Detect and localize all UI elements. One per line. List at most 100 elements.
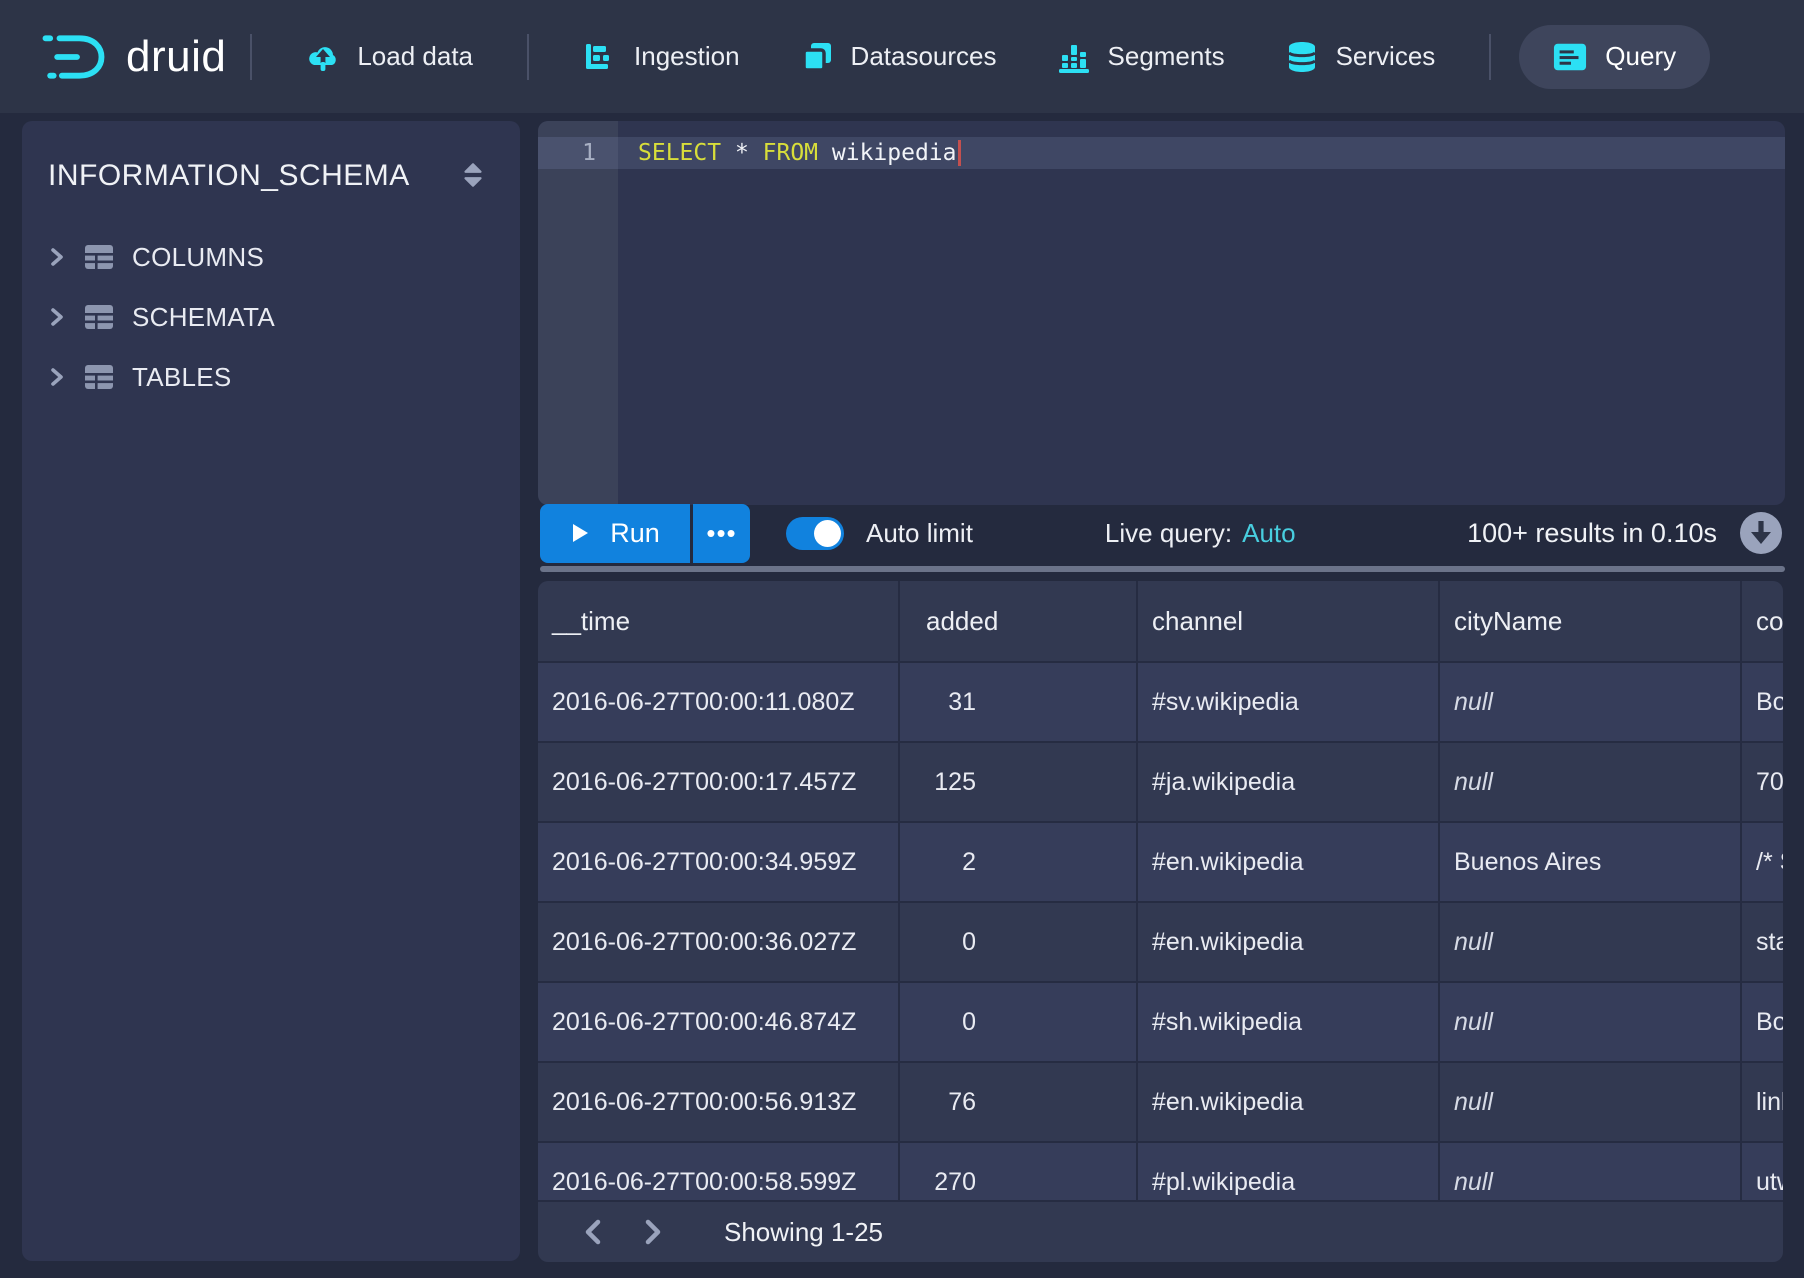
nav-item-query[interactable]: Query (1519, 25, 1710, 89)
chevron-right-icon[interactable] (46, 366, 68, 388)
cell-comment: Bo (1742, 663, 1783, 741)
cell-comment: link (1742, 1063, 1783, 1141)
cell-time: 2016-06-27T00:00:11.080Z (538, 663, 898, 741)
database-icon (1285, 40, 1319, 74)
cell-added: 31 (900, 663, 1136, 741)
cell-added: 0 (900, 903, 1136, 981)
pagination-bar: Showing 1-25 (538, 1200, 1783, 1262)
next-page-button[interactable] (630, 1209, 676, 1255)
column-header-added[interactable]: added (900, 581, 1136, 661)
cell-added: 0 (900, 983, 1136, 1061)
sql-star: * (721, 140, 763, 166)
sidebar-item-tables[interactable]: TABLES (22, 347, 520, 407)
sql-keyword: FROM (763, 140, 818, 166)
cell-comment: Bo (1742, 983, 1783, 1061)
nav-label-services: Services (1336, 41, 1436, 72)
pagination-label: Showing 1-25 (724, 1217, 883, 1248)
run-button[interactable]: Run (540, 504, 690, 563)
toggle-knob (814, 520, 841, 547)
bar-chart-icon (1057, 40, 1091, 74)
results-table: __time added channel cityName com 2016-0… (538, 581, 1783, 1221)
nav-divider (250, 34, 252, 80)
cell-added: 76 (900, 1063, 1136, 1141)
druid-logo[interactable]: druid (38, 29, 226, 85)
double-caret-vertical-icon[interactable] (460, 161, 486, 189)
logo-text: druid (126, 32, 226, 82)
table-icon (84, 304, 114, 330)
nav-item-services[interactable]: Services (1255, 0, 1466, 113)
sql-table-name: wikipedia (818, 140, 956, 166)
sidebar-item-label: SCHEMATA (132, 302, 275, 333)
nav-item-segments[interactable]: Segments (1027, 0, 1255, 113)
sql-keyword: SELECT (638, 140, 721, 166)
results-panel: __time added channel cityName com 2016-0… (538, 581, 1783, 1262)
cell-channel: #en.wikipedia (1138, 823, 1438, 901)
prev-page-button[interactable] (570, 1209, 616, 1255)
top-nav: druid Load data Ingestion Datasources (0, 0, 1804, 113)
stacked-panels-icon (800, 40, 834, 74)
auto-limit-toggle[interactable] (786, 517, 844, 550)
nav-label-ingestion: Ingestion (634, 41, 740, 72)
live-query-value[interactable]: Auto (1242, 518, 1296, 549)
column-header-time[interactable]: __time (538, 581, 898, 661)
nav-item-ingestion[interactable]: Ingestion (553, 0, 770, 113)
pane-resize-handle[interactable] (540, 566, 1785, 572)
cell-channel: #en.wikipedia (1138, 903, 1438, 981)
cell-channel: #en.wikipedia (1138, 1063, 1438, 1141)
cell-time: 2016-06-27T00:00:17.457Z (538, 743, 898, 821)
cell-comment: 70: (1742, 743, 1783, 821)
console-icon (1553, 40, 1587, 74)
cell-time: 2016-06-27T00:00:56.913Z (538, 1063, 898, 1141)
column-header-cityname[interactable]: cityName (1440, 581, 1740, 661)
download-icon[interactable] (1739, 511, 1783, 555)
nav-item-load-data[interactable]: Load data (276, 0, 503, 113)
cell-cityname: Buenos Aires (1440, 823, 1740, 901)
cell-channel: #ja.wikipedia (1138, 743, 1438, 821)
chevron-right-icon (643, 1219, 663, 1245)
nav-label-load-data: Load data (357, 41, 473, 72)
nav-label-segments: Segments (1108, 41, 1225, 72)
nav-divider (527, 34, 529, 80)
run-more-button[interactable]: ••• (693, 504, 750, 563)
cell-added: 2 (900, 823, 1136, 901)
nav-label-query: Query (1605, 41, 1676, 72)
editor-gutter (538, 121, 618, 505)
chevron-left-icon (583, 1219, 603, 1245)
gantt-chart-icon (583, 40, 617, 74)
schema-title: INFORMATION_SCHEMA (48, 159, 410, 193)
play-icon (570, 522, 590, 544)
cell-channel: #sv.wikipedia (1138, 663, 1438, 741)
sql-code-line[interactable]: SELECT * FROM wikipedia (638, 137, 961, 169)
sidebar-item-schemata[interactable]: SCHEMATA (22, 287, 520, 347)
ellipsis-icon: ••• (706, 518, 736, 549)
druid-logo-icon (38, 29, 116, 85)
cell-cityname: null (1440, 983, 1740, 1061)
nav-item-datasources[interactable]: Datasources (770, 0, 1027, 113)
sql-editor[interactable]: 1 SELECT * FROM wikipedia (538, 121, 1785, 505)
live-query-label: Live query: (1105, 518, 1232, 549)
cell-time: 2016-06-27T00:00:46.874Z (538, 983, 898, 1061)
column-header-comment[interactable]: com (1742, 581, 1783, 661)
schema-selector[interactable]: INFORMATION_SCHEMA (22, 121, 520, 193)
cell-added: 125 (900, 743, 1136, 821)
cell-time: 2016-06-27T00:00:34.959Z (538, 823, 898, 901)
cell-cityname: null (1440, 663, 1740, 741)
nav-divider (1489, 34, 1491, 80)
sidebar-item-columns[interactable]: COLUMNS (22, 227, 520, 287)
cell-cityname: null (1440, 743, 1740, 821)
sidebar-item-label: TABLES (132, 362, 232, 393)
chevron-right-icon[interactable] (46, 306, 68, 328)
auto-limit-label: Auto limit (866, 518, 973, 549)
table-icon (84, 244, 114, 270)
cell-comment: sta (1742, 903, 1783, 981)
cell-channel: #sh.wikipedia (1138, 983, 1438, 1061)
cell-cityname: null (1440, 1063, 1740, 1141)
cell-comment: /* S (1742, 823, 1783, 901)
cell-cityname: null (1440, 903, 1740, 981)
text-cursor (958, 140, 961, 166)
run-button-label: Run (610, 518, 660, 549)
chevron-right-icon[interactable] (46, 246, 68, 268)
column-header-channel[interactable]: channel (1138, 581, 1438, 661)
results-summary: 100+ results in 0.10s (1467, 518, 1717, 549)
query-toolbar: Run ••• Auto limit Live query: Auto 100+… (540, 502, 1785, 564)
